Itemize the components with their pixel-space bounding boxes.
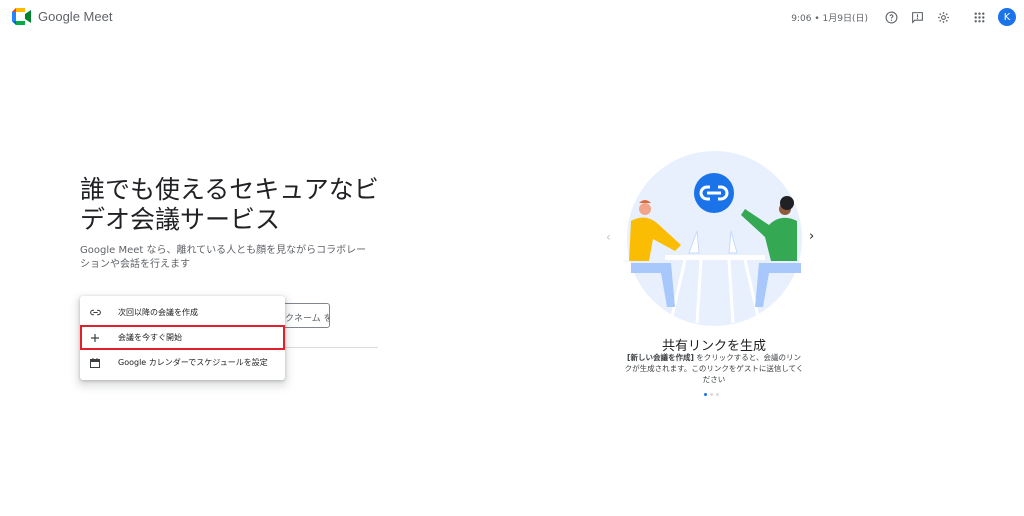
settings-gear-icon[interactable]	[934, 8, 952, 26]
menu-item-start-now[interactable]: 会議を今すぐ開始	[80, 325, 285, 350]
share-link-illustration	[627, 151, 802, 326]
carousel-dot[interactable]	[704, 393, 707, 396]
menu-item-label: 会議を今すぐ開始	[118, 333, 182, 342]
menu-item-label: Google カレンダーでスケジュールを設定	[118, 358, 268, 367]
feedback-icon[interactable]	[908, 8, 926, 26]
hero-description: Google Meet なら、離れている人とも顔を見ながらコラボレーションや会話…	[80, 245, 367, 270]
app-name: Google Meet	[38, 9, 113, 24]
google-meet-logo[interactable]: Google Meet	[12, 8, 112, 25]
google-apps-grid-icon[interactable]	[970, 8, 988, 26]
datetime: 9:06 • 1月9日(日)	[791, 13, 868, 24]
top-bar: Google Meet 9:06 • 1月9日(日) K	[0, 0, 1024, 36]
carousel-prev-chevron-icon[interactable]: ‹	[606, 230, 611, 244]
help-icon[interactable]	[882, 8, 900, 26]
slide-desc-bold: [新しい会議を作成]	[627, 353, 694, 362]
carousel-slide-description: [新しい会議を作成] をクリックすると、会議のリンクが生成されます。このリンクを…	[624, 352, 804, 385]
carousel-dot[interactable]	[710, 393, 713, 396]
plus-icon	[88, 331, 102, 345]
new-meeting-menu: 次回以降の会議を作成 会議を今すぐ開始 Google カレンダーでスケジュールを…	[80, 296, 285, 380]
menu-item-create-later[interactable]: 次回以降の会議を作成	[80, 300, 285, 325]
carousel-next-chevron-icon[interactable]: ›	[809, 229, 814, 244]
menu-item-schedule-calendar[interactable]: Google カレンダーでスケジュールを設定	[80, 350, 285, 375]
menu-item-label: 次回以降の会議を作成	[118, 308, 198, 317]
link-icon	[88, 306, 102, 320]
calendar-icon	[88, 356, 102, 370]
carousel-pagination-dots	[704, 393, 722, 396]
hero-title: 誰でも使えるセキュアなビデオ会議サービス	[80, 175, 379, 234]
account-avatar[interactable]: K	[998, 8, 1016, 26]
carousel-dot[interactable]	[716, 393, 719, 396]
meet-logo-icon	[12, 8, 31, 25]
